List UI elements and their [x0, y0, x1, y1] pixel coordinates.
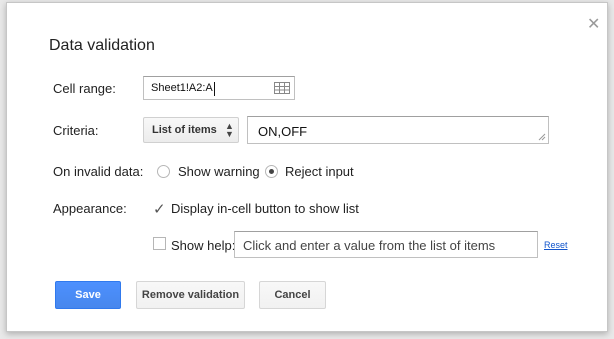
grid-icon[interactable] [274, 82, 290, 97]
reject-input-label: Reject input [285, 164, 354, 179]
help-text-input[interactable]: Click and enter a value from the list of… [234, 231, 538, 258]
dialog-title: Data validation [49, 37, 155, 54]
appearance-label: Appearance: [53, 201, 127, 216]
save-button[interactable]: Save [55, 281, 121, 309]
show-warning-label: Show warning [178, 164, 260, 179]
show-warning-radio[interactable] [157, 165, 170, 178]
data-validation-dialog: ✕ Data validation Cell range: Sheet1!A2:… [6, 2, 608, 332]
criteria-value-input[interactable]: ON,OFF [247, 116, 549, 144]
resize-handle-icon[interactable] [538, 133, 546, 141]
show-help-checkbox[interactable] [153, 237, 166, 250]
cell-range-input[interactable]: Sheet1!A2:A [143, 76, 295, 100]
invalid-data-label: On invalid data: [53, 164, 144, 179]
cell-range-label: Cell range: [53, 81, 116, 96]
show-help-label: Show help: [171, 238, 236, 253]
remove-validation-button[interactable]: Remove validation [136, 281, 245, 309]
display-button-label: Display in-cell button to show list [171, 201, 359, 216]
criteria-value: ON,OFF [258, 124, 308, 139]
close-icon[interactable]: ✕ [587, 17, 600, 33]
cell-range-value: Sheet1!A2:A [151, 82, 213, 94]
cancel-button[interactable]: Cancel [259, 281, 326, 309]
criteria-type-dropdown[interactable]: List of items ▲ ▼ [143, 117, 239, 143]
reset-link[interactable]: Reset [544, 240, 568, 250]
text-cursor [214, 82, 215, 96]
help-text-value: Click and enter a value from the list of… [243, 238, 496, 253]
up-down-arrows-icon: ▲ ▼ [225, 121, 234, 139]
display-button-checkbox[interactable]: ✓ [153, 200, 166, 218]
reject-input-radio[interactable] [265, 165, 278, 178]
criteria-label: Criteria: [53, 123, 99, 138]
radio-selected-dot [269, 169, 274, 174]
criteria-type-value: List of items [152, 124, 217, 136]
